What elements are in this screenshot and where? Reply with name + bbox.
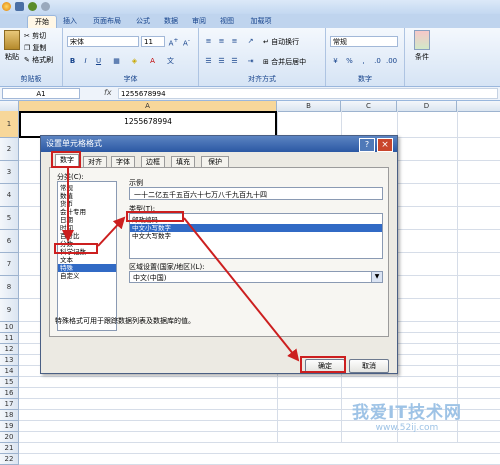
row-header-22[interactable]: 22 xyxy=(0,454,19,465)
arrow-category-to-type xyxy=(97,216,126,247)
watermark-url: www.52ij.com xyxy=(375,423,439,433)
row-header-21[interactable]: 21 xyxy=(0,443,19,454)
arrow-type-to-ok xyxy=(183,217,300,362)
watermark-title: 我爱IT技术网 xyxy=(352,403,462,423)
row-gridline xyxy=(19,453,500,454)
watermark: 我爱IT技术网 www.52ij.com xyxy=(318,398,496,438)
annotation-arrows xyxy=(62,168,300,362)
row-gridline xyxy=(19,442,500,443)
